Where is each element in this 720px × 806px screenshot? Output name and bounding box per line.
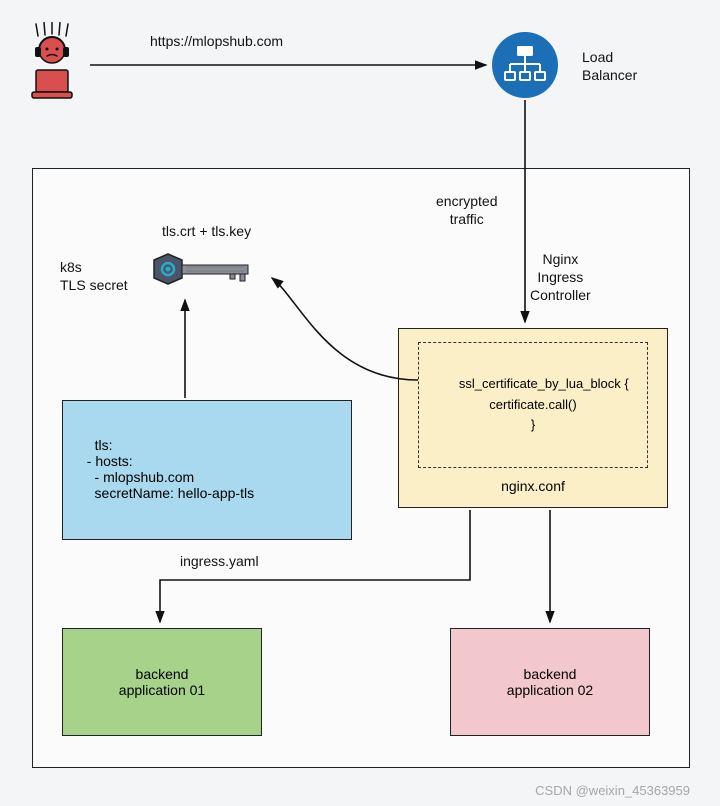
ingress-controller-label: Nginx Ingress Controller: [530, 250, 591, 305]
k8s-secret-label: k8s TLS secret: [60, 258, 128, 294]
ingress-yaml-content: tls: - hosts: - mlopshub.com secretName:…: [79, 437, 254, 501]
url-label: https://mlopshub.com: [150, 32, 283, 50]
nginx-conf-box: ssl_certificate_by_lua_block { certifica…: [398, 328, 668, 508]
lua-block-content: ssl_certificate_by_lua_block { certifica…: [459, 376, 629, 433]
backend-2-label: backend application 02: [507, 666, 593, 698]
ingress-yaml-label: ingress.yaml: [180, 552, 259, 570]
load-balancer-icon: [492, 32, 558, 98]
ingress-yaml-box: tls: - hosts: - mlopshub.com secretName:…: [62, 400, 352, 540]
encrypted-traffic-label: encrypted traffic: [436, 192, 497, 228]
watermark: CSDN @weixin_45363959: [535, 783, 690, 798]
backend-1-box: backend application 01: [62, 628, 262, 736]
client-icon: [28, 22, 88, 102]
nginx-conf-label: nginx.conf: [501, 478, 565, 494]
lua-block: ssl_certificate_by_lua_block { certifica…: [418, 342, 648, 468]
backend-1-label: backend application 01: [119, 666, 205, 698]
backend-2-box: backend application 02: [450, 628, 650, 736]
tls-files-label: tls.crt + tls.key: [162, 222, 251, 240]
load-balancer-label: Load Balancer: [582, 48, 637, 84]
diagram-canvas: https://mlopshub.com Load Balancer encry…: [0, 0, 720, 806]
key-icon: [148, 248, 268, 296]
